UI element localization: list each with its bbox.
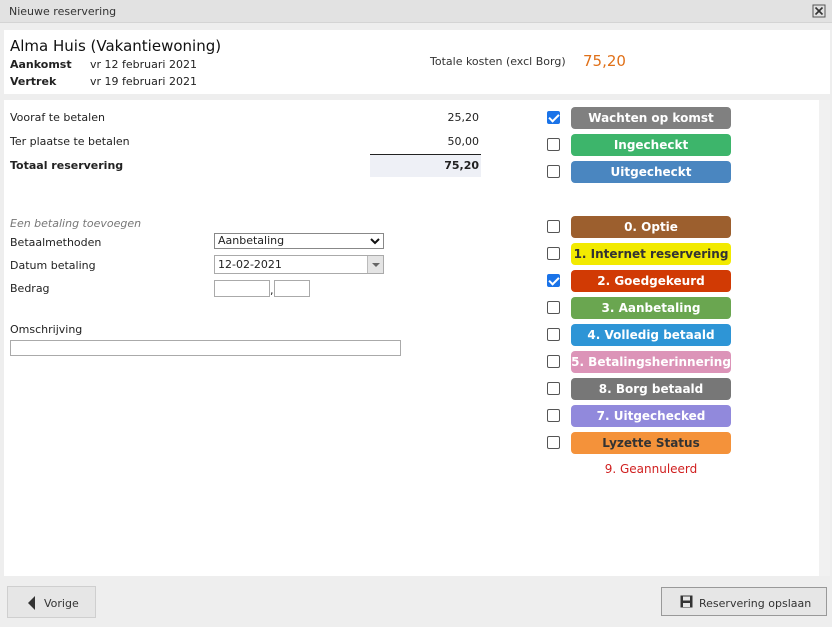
save-reservation-button[interactable]: Reservering opslaan bbox=[661, 587, 827, 616]
amount-whole-input[interactable] bbox=[214, 280, 270, 297]
reservation-status-checkbox[interactable] bbox=[547, 355, 560, 368]
amount-separator: , bbox=[270, 284, 274, 297]
reservation-status-checkbox[interactable] bbox=[547, 382, 560, 395]
reservation-total-value: 75,20 bbox=[444, 159, 479, 172]
checkin-status-checkbox[interactable] bbox=[547, 165, 560, 178]
reservation-status-checkbox[interactable] bbox=[547, 409, 560, 422]
add-payment-title: Een betaling toevoegen bbox=[10, 217, 142, 230]
reservation-body: Vooraf te betalen 25,20 Ter plaatse te b… bbox=[4, 100, 819, 576]
reservation-status-checkbox[interactable] bbox=[547, 220, 560, 233]
reservation-total-label: Totaal reservering bbox=[10, 159, 124, 172]
checkin-status-badge[interactable]: Ingecheckt bbox=[571, 134, 731, 156]
total-cost-label: Totale kosten (excl Borg) bbox=[430, 55, 566, 68]
payment-date-value: 12-02-2021 bbox=[218, 258, 282, 271]
reservation-status-checkbox[interactable] bbox=[547, 247, 560, 260]
total-cost-value: 75,20 bbox=[583, 52, 626, 70]
cancelled-status[interactable]: 9. Geannuleerd bbox=[571, 462, 731, 476]
reservation-status-badge[interactable]: 2. Goedgekeurd bbox=[571, 270, 731, 292]
departure-value: vr 19 februari 2021 bbox=[90, 75, 197, 88]
scrollbar[interactable] bbox=[819, 100, 830, 576]
payment-date-input[interactable]: 12-02-2021 bbox=[214, 255, 384, 274]
caret-down-icon bbox=[372, 263, 380, 267]
reservation-header: Alma Huis (Vakantiewoning) Aankomst vr 1… bbox=[4, 30, 830, 94]
onsite-value: 50,00 bbox=[447, 135, 480, 148]
floppy-disk-icon bbox=[680, 595, 693, 608]
chevron-down-icon bbox=[370, 238, 380, 245]
payment-date-label: Datum betaling bbox=[10, 259, 96, 272]
reservation-status-checkbox[interactable] bbox=[547, 436, 560, 449]
reservation-status-badge[interactable]: Lyzette Status bbox=[571, 432, 731, 454]
previous-button[interactable]: Vorige bbox=[7, 586, 96, 618]
reservation-status-badge[interactable]: 8. Borg betaald bbox=[571, 378, 731, 400]
checkin-status-badge[interactable]: Wachten op komst bbox=[571, 107, 731, 129]
reservation-status-badge[interactable]: 5. Betalingsherinnering bbox=[571, 351, 731, 373]
checkin-status-checkbox[interactable] bbox=[547, 111, 560, 124]
departure-label: Vertrek bbox=[10, 75, 57, 88]
description-input[interactable] bbox=[10, 340, 401, 356]
reservation-status-badge[interactable]: 3. Aanbetaling ontvangen bbox=[571, 297, 731, 337]
checkin-status-checkbox[interactable] bbox=[547, 138, 560, 151]
checkin-status-badge[interactable]: Uitgecheckt bbox=[571, 161, 731, 183]
arrow-left-icon bbox=[28, 596, 35, 610]
reservation-status-checkbox[interactable] bbox=[547, 301, 560, 314]
reservation-status-badge[interactable]: 7. Uitgechecked bbox=[571, 405, 731, 427]
arrival-label: Aankomst bbox=[10, 58, 72, 71]
prepay-value: 25,20 bbox=[447, 111, 480, 124]
dialog-title: Nieuwe reservering bbox=[9, 5, 117, 18]
close-icon[interactable] bbox=[812, 4, 826, 18]
guest-name: Alma Huis (Vakantiewoning) bbox=[10, 37, 222, 55]
amount-label: Bedrag bbox=[10, 282, 50, 295]
dialog-titlebar: Nieuwe reservering bbox=[0, 0, 832, 23]
prepay-label: Vooraf te betalen bbox=[10, 111, 105, 124]
reservation-status-badge[interactable]: 1. Internet reservering bbox=[571, 243, 731, 265]
payment-method-select[interactable]: Aanbetaling bbox=[214, 233, 384, 249]
reservation-status-checkbox[interactable] bbox=[547, 328, 560, 341]
save-label: Reservering opslaan bbox=[699, 597, 812, 610]
reservation-status-checkbox[interactable] bbox=[547, 274, 560, 287]
reservation-status-badge[interactable]: 0. Optie bbox=[571, 216, 731, 238]
amount-cents-input[interactable] bbox=[274, 280, 310, 297]
payment-method-value: Aanbetaling bbox=[218, 234, 285, 247]
previous-label: Vorige bbox=[44, 597, 79, 610]
reservation-status-badge[interactable]: 4. Volledig betaald bbox=[571, 324, 731, 346]
payment-method-label: Betaalmethoden bbox=[10, 236, 102, 249]
date-dropdown-button[interactable] bbox=[367, 256, 383, 273]
onsite-label: Ter plaatse te betalen bbox=[10, 135, 130, 148]
description-label: Omschrijving bbox=[10, 323, 83, 336]
arrival-value: vr 12 februari 2021 bbox=[90, 58, 197, 71]
